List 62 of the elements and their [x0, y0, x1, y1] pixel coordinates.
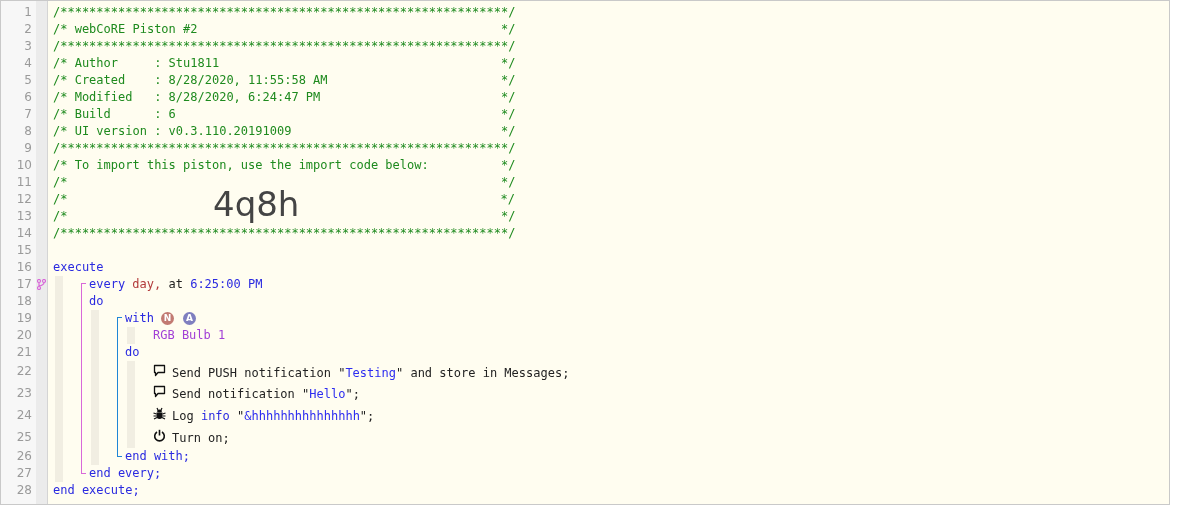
comment-line: /* To import this piston, use the import code below: */	[53, 157, 516, 173]
speech-bubble-icon	[153, 385, 166, 399]
line-number: 16	[16, 260, 32, 274]
line-number: 6	[24, 90, 32, 104]
line-number: 1	[24, 5, 32, 19]
line-number: 7	[24, 107, 32, 121]
line-number: 25	[16, 429, 32, 444]
code-line: end with;	[125, 448, 191, 464]
line-number: 18	[16, 294, 32, 308]
line-number: 27	[16, 466, 32, 480]
code-line: execute	[53, 259, 104, 275]
line-number: 10	[16, 158, 32, 172]
bug-icon	[153, 407, 166, 420]
code-line: every day, at 6:25:00 PM	[89, 276, 263, 292]
line-number: 13	[16, 209, 32, 223]
code-line: with	[125, 310, 154, 326]
comment-line: /**************************************************************/	[53, 140, 516, 156]
line-number: 12	[16, 192, 32, 206]
line-number: 21	[16, 345, 32, 359]
code-line: RGB Bulb 1	[153, 327, 226, 343]
line-number: 23	[16, 386, 32, 401]
power-icon	[153, 428, 166, 442]
letter-badge: A	[182, 311, 196, 325]
code-line: do	[89, 293, 104, 309]
line-number: 8	[24, 124, 32, 138]
line-number: 19	[16, 311, 32, 325]
comment-start: /*	[53, 191, 68, 207]
statement-text: Send notification "Hello";	[172, 387, 360, 403]
comment-line: /* Author : Stu1811 */	[53, 55, 516, 71]
letter-badge: N	[160, 311, 174, 325]
statement-text: Send PUSH notification "Testing" and store in Messages;	[172, 365, 570, 381]
statement-text: Log info "&hhhhhhhhhhhhhhh";	[172, 409, 375, 424]
code-line: do	[125, 344, 140, 360]
comment-line: /* webCoRE Piston #2 */	[53, 21, 516, 37]
comment-line: /* UI version : v0.3.110.20191009 */	[53, 123, 516, 139]
line-number: 22	[16, 364, 32, 379]
line-number: 2	[24, 22, 32, 36]
line-number: 11	[16, 175, 32, 189]
code-line: end every;	[89, 465, 162, 481]
speech-bubble-icon	[153, 363, 166, 377]
statement-text: Turn on;	[172, 430, 230, 446]
line-number: 15	[16, 243, 32, 257]
comment-line: /**************************************************************/	[53, 225, 516, 241]
comment-end: */	[500, 191, 515, 207]
line-number: 24	[16, 407, 32, 422]
line-number: 5	[24, 73, 32, 87]
comment-line: /* Build : 6 */	[53, 106, 516, 122]
line-number: 20	[16, 328, 32, 342]
line-number: 28	[16, 483, 32, 497]
line-number: 9	[24, 141, 32, 155]
comment-line: /* Created : 8/28/2020, 11:55:58 AM */	[53, 72, 516, 88]
branch-icon	[37, 278, 46, 290]
comment-line: /**************************************************************/	[53, 4, 516, 20]
code-line: end execute;	[53, 482, 140, 498]
line-number: 17	[16, 277, 32, 291]
line-number: 4	[24, 56, 32, 70]
line-number: 14	[16, 226, 32, 240]
line-number: 26	[16, 449, 32, 463]
comment-line: /* Modified : 8/28/2020, 6:24:47 PM */	[53, 89, 516, 105]
line-number: 3	[24, 39, 32, 53]
comment-line: /**************************************************************/	[53, 38, 516, 54]
comment-line: /* */	[53, 174, 516, 190]
